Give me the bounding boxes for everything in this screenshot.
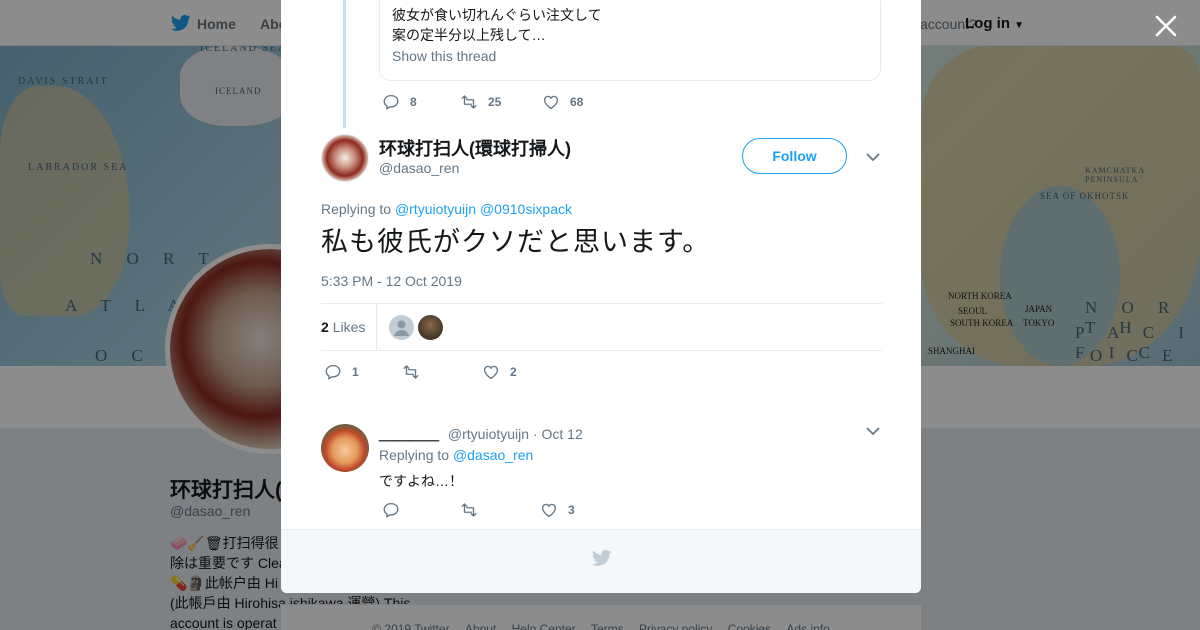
reply-count: 8 xyxy=(410,95,417,109)
retweet-action[interactable] xyxy=(460,501,540,519)
quote-text-line: 案の定半分以上残して… xyxy=(392,27,546,43)
quote-text-line: 彼女が食い切れんぐらい注文して xyxy=(392,7,602,23)
retweet-count: 25 xyxy=(488,95,502,109)
reply-action[interactable]: 8 xyxy=(382,93,460,111)
show-thread-link[interactable]: Show this thread xyxy=(392,48,868,64)
reply-author-name[interactable]: ＿＿＿＿ xyxy=(379,426,439,443)
retweet-icon xyxy=(461,503,477,517)
tweet-stats: 2 Likes xyxy=(321,303,882,351)
replying-to-label: Replying to xyxy=(321,201,392,217)
reply-icon xyxy=(383,502,399,518)
quoted-tweet-card[interactable]: 彼女が食い切れんぐらい注文して 案の定半分以上残して… Show this th… xyxy=(379,0,881,81)
reply-actions: 3 xyxy=(382,501,575,519)
reply-author-handle[interactable]: @rtyuiotyuijn xyxy=(448,426,529,442)
replying-to-label: Replying to xyxy=(379,447,450,463)
likes-stat[interactable]: 2 Likes xyxy=(321,319,365,335)
reply-action[interactable] xyxy=(382,501,460,519)
chevron-down-icon[interactable] xyxy=(866,152,880,162)
likes-count: 2 xyxy=(321,319,329,335)
like-count: 2 xyxy=(510,365,517,379)
mention-link[interactable]: @dasao_ren xyxy=(453,447,533,463)
like-count: 3 xyxy=(568,503,575,517)
replying-to-line: Replying to @rtyuiotyuijn @0910sixpack xyxy=(321,201,572,217)
default-user-icon xyxy=(394,320,409,336)
like-action[interactable]: 68 xyxy=(542,93,583,111)
reply-icon xyxy=(383,94,399,110)
author-avatar[interactable] xyxy=(321,134,369,182)
twitter-bird-icon xyxy=(591,549,612,566)
reply-author-avatar[interactable] xyxy=(321,424,369,472)
likes-label: Likes xyxy=(332,319,366,335)
retweet-icon xyxy=(403,365,419,379)
modal-footer xyxy=(281,529,921,593)
tweet-actions: 1 2 xyxy=(324,363,517,381)
tweet-text: 私も彼氏がクソだと思います。 xyxy=(321,227,711,258)
reply-icon xyxy=(325,364,341,380)
mention-link[interactable]: @0910sixpack xyxy=(480,201,572,217)
author-name[interactable]: 环球打扫人(環球打掃人) xyxy=(379,135,571,161)
reply-date[interactable]: Oct 12 xyxy=(542,426,583,442)
tweet-permalink-modal: 彼女が食い切れんぐらい注文して 案の定半分以上残して… Show this th… xyxy=(281,0,921,593)
heart-icon xyxy=(541,503,557,518)
reply-replying-to-line: Replying to @dasao_ren xyxy=(379,447,533,463)
reply-text: ですよね…！ xyxy=(379,473,463,489)
tweet-timestamp[interactable]: 5:33 PM - 12 Oct 2019 xyxy=(321,273,462,289)
reply-action[interactable]: 1 xyxy=(324,363,402,381)
author-handle[interactable]: @dasao_ren xyxy=(379,160,459,176)
follow-button[interactable]: Follow xyxy=(742,138,847,174)
like-action[interactable]: 3 xyxy=(540,501,575,519)
parent-tweet-actions: 8 25 68 xyxy=(382,93,583,111)
heart-icon xyxy=(483,365,499,380)
reply-header: ＿＿＿＿ @rtyuiotyuijn · Oct 12 xyxy=(379,423,583,444)
like-count: 68 xyxy=(570,95,584,109)
retweet-action[interactable] xyxy=(402,363,482,381)
chevron-down-icon[interactable] xyxy=(866,426,880,436)
like-action[interactable]: 2 xyxy=(482,363,517,381)
reply-separator: · xyxy=(532,426,538,442)
retweet-icon xyxy=(461,95,477,109)
thread-connector-line xyxy=(343,0,346,128)
close-icon[interactable] xyxy=(1152,12,1180,40)
retweet-action[interactable]: 25 xyxy=(460,93,542,111)
liker-avatar[interactable] xyxy=(389,315,414,340)
liker-avatar[interactable] xyxy=(418,315,443,340)
reply-count: 1 xyxy=(352,365,359,379)
stats-divider xyxy=(376,304,377,350)
heart-icon xyxy=(543,95,559,110)
mention-link[interactable]: @rtyuiotyuijn xyxy=(395,201,476,217)
